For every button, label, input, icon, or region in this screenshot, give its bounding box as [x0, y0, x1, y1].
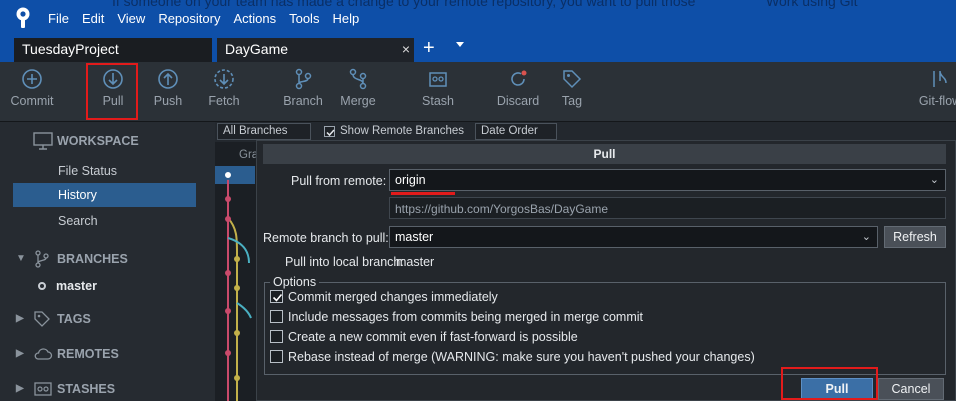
chevron-down-icon: ⌄: [929, 174, 939, 186]
sidebar-section-tags[interactable]: ▶ TAGS: [0, 306, 215, 332]
current-branch-icon: [38, 282, 46, 290]
sidebar-section-remotes[interactable]: ▶ REMOTES: [0, 341, 215, 367]
remote-url-field: https://github.com/YorgosBas/DayGame: [389, 197, 946, 219]
option-rebase[interactable]: Rebase instead of merge (WARNING: make s…: [270, 350, 755, 366]
options-legend: Options: [270, 275, 320, 289]
menu-repository[interactable]: Repository: [158, 11, 220, 26]
stash-button[interactable]: Stash: [421, 68, 455, 108]
chevron-down-icon: ⌄: [861, 231, 871, 243]
sidebar: WORKSPACE File Status History Search ▼ B…: [0, 122, 215, 401]
sidebar-section-branches[interactable]: ▼ BRANCHES: [0, 246, 215, 272]
show-remote-checkbox[interactable]: [324, 126, 335, 137]
order-dropdown[interactable]: Date Order: [475, 123, 557, 140]
pull-from-remote-label: Pull from remote:: [291, 174, 387, 188]
chevron-right-icon: ▶: [16, 383, 24, 394]
discard-button[interactable]: Discard: [496, 68, 540, 108]
pull-dialog: Pull Pull from remote: origin ⌄ https://…: [256, 140, 956, 401]
git-flow-button[interactable]: Git-flow: [918, 68, 956, 108]
branch-button[interactable]: Branch: [283, 68, 323, 108]
merge-icon: [349, 68, 367, 90]
cloud-icon: [33, 345, 53, 366]
sidebar-item-master[interactable]: master: [38, 279, 97, 293]
chevron-down-icon: ▼: [16, 253, 26, 264]
commit-button[interactable]: Commit: [9, 68, 55, 108]
checkmark-icon: [272, 293, 283, 302]
commit-icon: [22, 69, 42, 89]
tag-button[interactable]: Tag: [560, 68, 584, 108]
branches-filter-dropdown[interactable]: All Branches: [217, 123, 311, 140]
push-button[interactable]: Push: [150, 68, 186, 108]
menu-actions[interactable]: Actions: [233, 11, 276, 26]
menu-view[interactable]: View: [117, 11, 145, 26]
checkbox[interactable]: [270, 330, 283, 343]
options-group: Options Commit merged changes immediatel…: [264, 275, 946, 375]
menu-bar: If someone on your team has made a chang…: [0, 0, 956, 36]
tag-icon: [563, 70, 582, 89]
sidebar-item-search[interactable]: Search: [13, 209, 196, 233]
remote-select[interactable]: origin ⌄: [389, 169, 946, 191]
close-icon[interactable]: ×: [402, 41, 410, 57]
background-page-text-right: Work using Git: [766, 0, 858, 9]
sidebar-section-stashes[interactable]: ▶ STASHES: [0, 376, 215, 401]
commit-graph: [223, 170, 252, 401]
tag-icon: [33, 310, 51, 331]
add-tab-icon[interactable]: +: [423, 37, 435, 60]
local-branch-label: Pull into local branch:: [285, 255, 404, 269]
chevron-down-icon[interactable]: [456, 42, 464, 47]
menu-file[interactable]: File: [48, 11, 69, 26]
show-remote-label: Show Remote Branches: [340, 125, 465, 137]
option-new-commit[interactable]: Create a new commit even if fast-forward…: [270, 330, 578, 346]
pull-highlight-box: [86, 63, 138, 120]
dialog-title: Pull: [263, 144, 946, 164]
fetch-icon: [214, 69, 234, 89]
history-filter-bar: All Branches Show Remote Branches Date O…: [215, 122, 956, 142]
remote-branch-select[interactable]: master ⌄: [389, 226, 878, 248]
fetch-button[interactable]: Fetch: [205, 68, 243, 108]
refresh-button[interactable]: Refresh: [884, 226, 946, 248]
option-commit-merged[interactable]: Commit merged changes immediately: [270, 290, 498, 306]
menu-tools[interactable]: Tools: [289, 11, 319, 26]
remote-branch-label: Remote branch to pull:: [263, 231, 389, 245]
sidebar-section-workspace[interactable]: WORKSPACE: [0, 128, 215, 154]
git-flow-icon: [933, 70, 947, 87]
checkbox[interactable]: [270, 350, 283, 363]
checkbox[interactable]: [270, 310, 283, 323]
tab-tuesdayproject[interactable]: TuesdayProject: [14, 38, 212, 62]
chevron-right-icon: ▶: [16, 348, 24, 359]
remote-underline-annotation: [391, 192, 455, 195]
stash-icon: [429, 72, 447, 87]
menu-edit[interactable]: Edit: [82, 11, 104, 26]
cancel-button[interactable]: Cancel: [878, 378, 944, 400]
background-page-text: If someone on your team has made a chang…: [112, 0, 696, 9]
tab-bar: TuesdayProject DayGame × +: [0, 36, 956, 62]
push-icon: [158, 69, 178, 89]
local-branch-value: master: [396, 255, 435, 269]
branch-icon: [33, 250, 51, 271]
tab-label: DayGame: [225, 41, 289, 57]
branch-icon: [295, 68, 312, 90]
sidebar-item-file-status[interactable]: File Status: [13, 159, 196, 183]
merge-button[interactable]: Merge: [339, 68, 377, 108]
option-include-messages[interactable]: Include messages from commits being merg…: [270, 310, 643, 326]
pull-button-highlight-box: [781, 367, 878, 400]
tab-daygame[interactable]: DayGame ×: [217, 38, 414, 62]
stash-icon: [33, 380, 53, 401]
sourcetree-logo-icon: [12, 7, 34, 29]
tab-label: TuesdayProject: [22, 41, 119, 57]
menu-help[interactable]: Help: [332, 11, 359, 26]
sidebar-item-history[interactable]: History: [13, 183, 196, 207]
toolbar: Commit Pull Push Fetch Branch Merge Stas…: [0, 62, 956, 122]
checkbox-checked[interactable]: [270, 290, 283, 303]
discard-icon: [511, 70, 527, 86]
chevron-right-icon: ▶: [16, 313, 24, 324]
monitor-icon: [33, 132, 53, 153]
